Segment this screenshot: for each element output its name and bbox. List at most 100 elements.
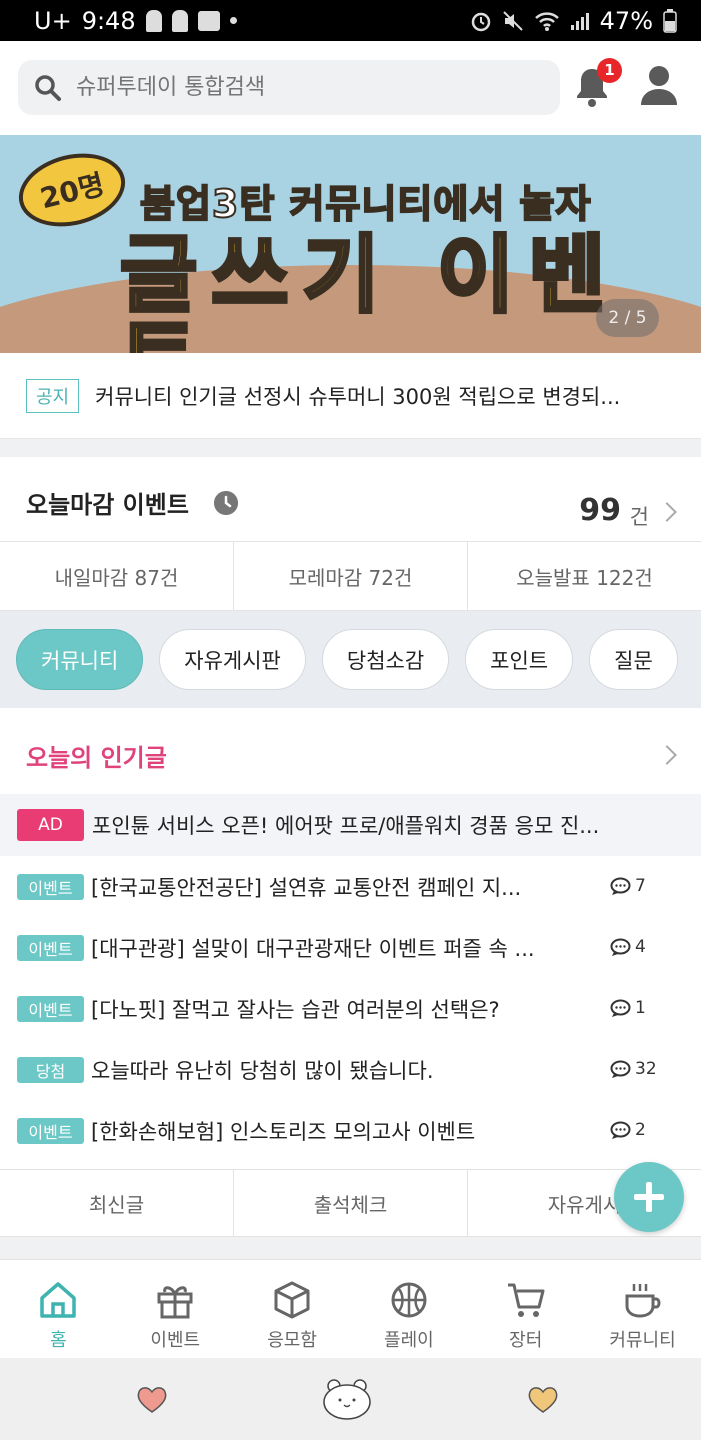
ad-post[interactable]: AD 포인튠 서비스 오픈! 에어팟 프로/애플워치 경품 응모 진...	[0, 794, 701, 856]
battery-icon	[663, 8, 677, 33]
post-tag: 이벤트	[17, 1117, 84, 1144]
comment-icon	[610, 938, 631, 956]
profile-icon[interactable]	[640, 65, 678, 105]
popular-posts-header[interactable]: 오늘의 인기글	[0, 708, 701, 794]
comment-icon	[610, 1060, 631, 1078]
list-item[interactable]: 당첨 오늘따라 유난히 당첨히 많이 됐습니다. 32	[0, 1039, 701, 1100]
chip-questions[interactable]: 질문	[589, 629, 678, 690]
app-notification-icon	[171, 9, 188, 32]
search-input[interactable]	[76, 75, 516, 100]
tab-day-after-deadline[interactable]: 모레마감 72건	[234, 542, 468, 610]
board-shortcut-tabs: 최신글 출석체크 자유게시	[0, 1169, 701, 1237]
chip-winning-reviews[interactable]: 당첨소감	[321, 629, 450, 690]
signal-icon	[570, 12, 589, 30]
comment-number: 7	[635, 876, 646, 896]
home-icon	[40, 1282, 77, 1318]
nav-label: 홈	[50, 1330, 67, 1351]
battery-percent: 47%	[599, 6, 653, 35]
shopping-notification-icon	[197, 10, 220, 31]
post-title: [대구관광] 설맞이 대구관광재단 이벤트 퍼즐 속 ...	[91, 936, 535, 961]
more-notifications-icon	[229, 17, 237, 24]
bottom-navigation: 홈 이벤트 응모함 플레이 장터 커뮤니티	[0, 1259, 701, 1358]
banner-pager: 2 / 5	[596, 299, 659, 337]
post-tag: 이벤트	[17, 995, 84, 1022]
list-item[interactable]: 이벤트 [다노핏] 잘먹고 잘사는 습관 여러분의 선택은? 1	[0, 978, 701, 1039]
deadline-tabs: 내일마감 87건 모레마감 72건 오늘발표 122건	[0, 541, 701, 611]
chip-community[interactable]: 커뮤니티	[16, 629, 144, 690]
popular-title: 오늘의 인기글	[26, 744, 167, 772]
mute-icon	[502, 10, 523, 31]
nav-events[interactable]: 이벤트	[117, 1260, 234, 1358]
tab-attendance-check[interactable]: 출석체크	[234, 1170, 468, 1236]
nav-play[interactable]: 플레이	[350, 1260, 467, 1358]
nav-label: 이벤트	[150, 1330, 201, 1351]
nav-label: 플레이	[384, 1330, 434, 1351]
comment-icon	[610, 877, 631, 895]
clock-icon	[214, 491, 238, 515]
tab-today-announcement[interactable]: 오늘발표 122건	[468, 542, 701, 610]
deadline-title: 오늘마감 이벤트	[26, 491, 189, 519]
comment-count: 7	[610, 876, 646, 896]
comment-count: 4	[610, 937, 646, 957]
nav-label: 커뮤니티	[609, 1330, 676, 1351]
comment-count: 2	[610, 1120, 646, 1140]
comment-number: 32	[635, 1059, 657, 1079]
comment-count: 1	[610, 998, 646, 1018]
nav-label: 응모함	[267, 1330, 317, 1351]
notice-tag: 공지	[26, 378, 80, 413]
nav-community[interactable]: 커뮤니티	[584, 1260, 701, 1358]
tab-tomorrow-deadline[interactable]: 내일마감 87건	[0, 542, 234, 610]
chip-points[interactable]: 포인트	[465, 629, 574, 690]
tab-latest-posts[interactable]: 최신글	[0, 1170, 234, 1236]
notice-text: 커뮤니티 인기글 선정시 슈투머니 300원 적립으로 변경되...	[95, 384, 621, 409]
event-banner[interactable]: 20명 붐업3탄 커뮤니티에서 놀자 글쓰기 이벤트 2 / 5	[0, 135, 701, 353]
post-tag: 이벤트	[17, 873, 84, 900]
deadline-events-header[interactable]: 오늘마감 이벤트 99 건	[0, 457, 701, 541]
heart-icon[interactable]	[136, 1384, 168, 1414]
ball-icon	[391, 1282, 427, 1318]
notification-badge: 1	[597, 58, 622, 83]
post-tag: 당첨	[17, 1056, 84, 1083]
top-header: 1	[0, 41, 701, 135]
chevron-right-icon	[657, 502, 677, 522]
chips-edge	[685, 611, 701, 708]
popular-post-list: 이벤트 [한국교통안전공단] 설연휴 교통안전 캠페인 지... 7 이벤트 […	[0, 856, 701, 1161]
list-item[interactable]: 이벤트 [한국교통안전공단] 설연휴 교통안전 캠페인 지... 7	[0, 856, 701, 917]
gift-icon	[157, 1286, 193, 1319]
post-title: [한화손해보험] 인스토리즈 모의고사 이벤트	[91, 1119, 476, 1144]
list-item[interactable]: 이벤트 [대구관광] 설맞이 대구관광재단 이벤트 퍼즐 속 ... 4	[0, 917, 701, 978]
status-bar: U+ 9:48 47%	[0, 0, 701, 41]
comment-number: 2	[635, 1120, 646, 1140]
post-title: 오늘따라 유난히 당첨히 많이 됐습니다.	[91, 1058, 434, 1083]
cart-icon	[507, 1283, 545, 1317]
post-title: [한국교통안전공단] 설연휴 교통안전 캠페인 지...	[91, 875, 522, 900]
section-divider	[0, 1237, 701, 1259]
carrier-label: U+	[34, 6, 72, 35]
search-icon	[35, 74, 61, 101]
clock-time: 9:48	[81, 6, 136, 35]
post-title: [다노핏] 잘먹고 잘사는 습관 여러분의 선택은?	[91, 997, 500, 1022]
wifi-icon	[534, 11, 559, 31]
box-icon	[274, 1281, 310, 1319]
comment-count: 32	[610, 1059, 657, 1079]
write-post-button[interactable]	[614, 1162, 684, 1232]
comment-number: 1	[635, 998, 646, 1018]
nav-entries[interactable]: 응모함	[234, 1260, 351, 1358]
comment-number: 4	[635, 937, 646, 957]
chevron-right-icon	[657, 745, 677, 765]
heart-icon[interactable]	[527, 1384, 559, 1414]
category-chips: 커뮤니티 자유게시판 당첨소감 포인트 질문	[0, 611, 701, 708]
banner-headline: 붐업3탄 커뮤니티에서 놀자	[139, 181, 592, 227]
notice-row[interactable]: 공지 커뮤니티 인기글 선정시 슈투머니 300원 적립으로 변경되...	[0, 353, 701, 439]
nav-market[interactable]: 장터	[467, 1260, 584, 1358]
search-bar[interactable]	[18, 60, 560, 115]
deadline-unit: 건	[629, 505, 649, 529]
post-tag: 이벤트	[17, 934, 84, 961]
ad-tag: AD	[17, 809, 84, 841]
list-item[interactable]: 이벤트 [한화손해보험] 인스토리즈 모의고사 이벤트 2	[0, 1100, 701, 1161]
system-navigation-bar	[0, 1358, 701, 1440]
bear-home-icon[interactable]	[322, 1378, 372, 1420]
chip-free-board[interactable]: 자유게시판	[159, 629, 306, 690]
nav-home[interactable]: 홈	[0, 1260, 117, 1358]
deadline-count: 99	[579, 493, 621, 528]
